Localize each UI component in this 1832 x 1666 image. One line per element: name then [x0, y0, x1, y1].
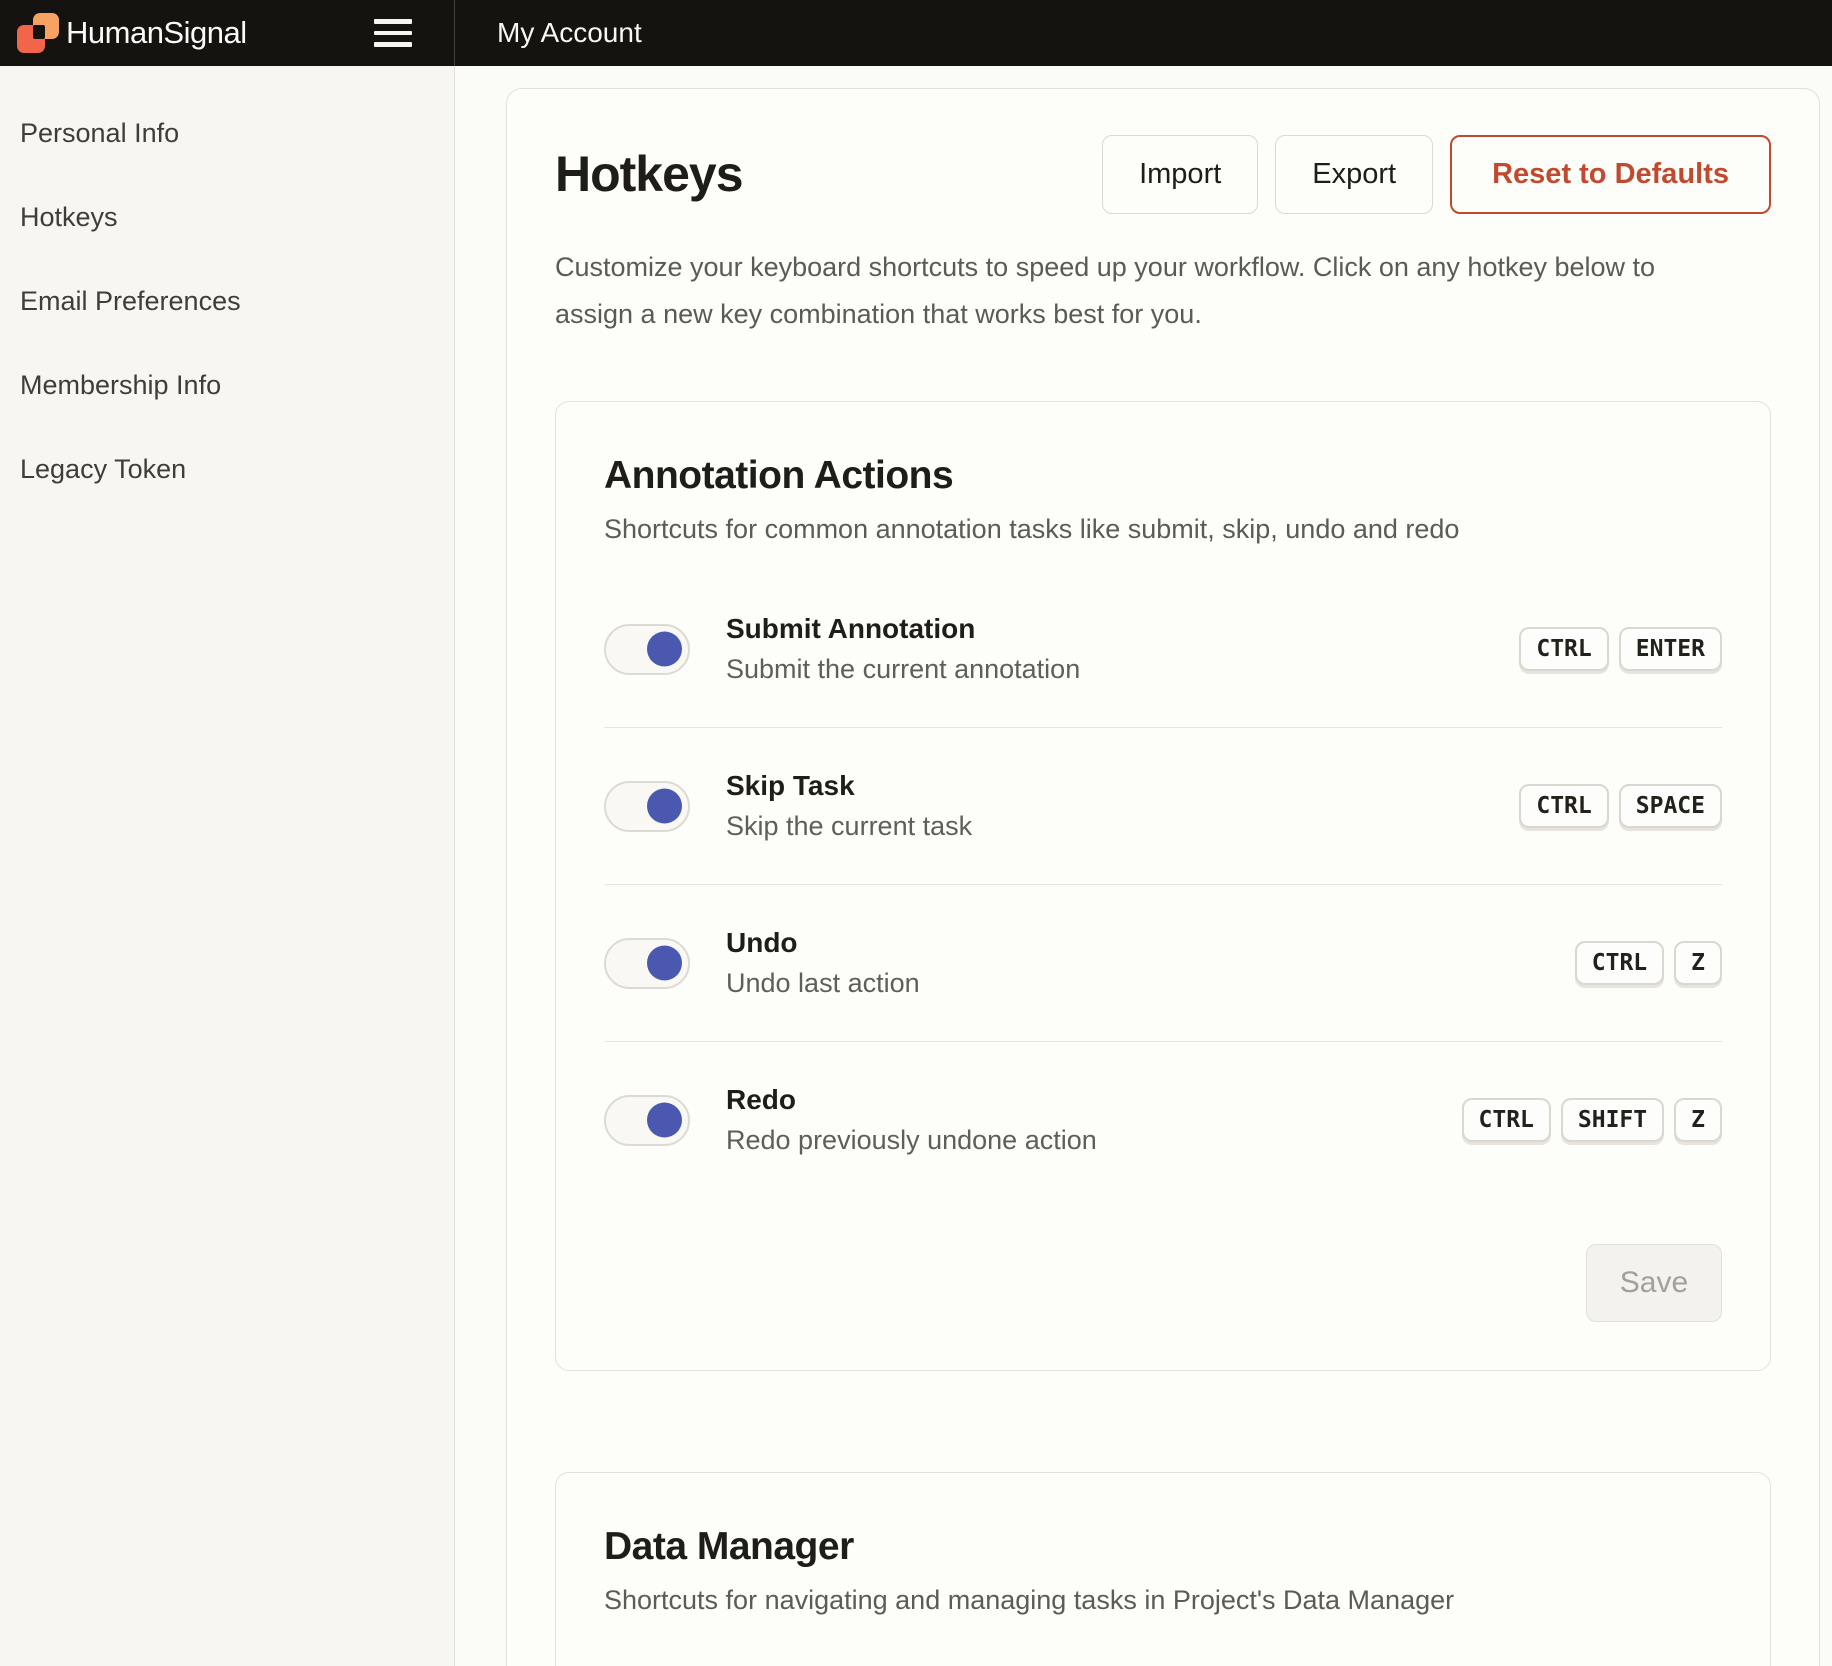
- import-button[interactable]: Import: [1102, 135, 1258, 214]
- hotkey-row-subtitle: Redo previously undone action: [726, 1123, 1462, 1157]
- hotkey-row-subtitle: Submit the current annotation: [726, 652, 1519, 686]
- humansignal-logo-icon: [17, 13, 59, 53]
- annotation-actions-section: Annotation Actions Shortcuts for common …: [555, 401, 1771, 1371]
- export-button[interactable]: Export: [1275, 135, 1433, 214]
- save-row: Save: [604, 1244, 1722, 1322]
- redo-hotkey[interactable]: CTRL SHIFT Z: [1462, 1098, 1723, 1142]
- hotkey-row-title: Redo: [726, 1083, 1462, 1117]
- app-shell: Personal Info Hotkeys Email Preferences …: [0, 66, 1832, 1666]
- brand-name: HumanSignal: [66, 15, 247, 51]
- toggle-knob: [647, 789, 682, 824]
- hotkey-row-title: Submit Annotation: [726, 612, 1519, 646]
- annotation-actions-title: Annotation Actions: [604, 452, 1722, 500]
- submit-annotation-hotkey[interactable]: CTRL ENTER: [1519, 627, 1722, 671]
- undo-hotkey[interactable]: CTRL Z: [1575, 941, 1722, 985]
- key-chip[interactable]: CTRL: [1519, 627, 1608, 671]
- sidebar-item-membership-info[interactable]: Membership Info: [0, 343, 454, 427]
- skip-task-hotkey[interactable]: CTRL SPACE: [1519, 784, 1722, 828]
- sidebar-item-hotkeys[interactable]: Hotkeys: [0, 175, 454, 259]
- sidebar-item-legacy-token[interactable]: Legacy Token: [0, 427, 454, 511]
- hotkey-row-text: Submit Annotation Submit the current ann…: [726, 612, 1519, 686]
- hotkey-row-text: Skip Task Skip the current task: [726, 769, 1519, 843]
- key-chip[interactable]: Z: [1674, 941, 1722, 985]
- hotkey-row-skip-task: Skip Task Skip the current task CTRL SPA…: [604, 727, 1722, 884]
- hotkey-row-text: Redo Redo previously undone action: [726, 1083, 1462, 1157]
- skip-task-toggle[interactable]: [604, 781, 690, 832]
- save-button[interactable]: Save: [1586, 1244, 1722, 1322]
- key-chip[interactable]: CTRL: [1462, 1098, 1551, 1142]
- data-manager-subtitle: Shortcuts for navigating and managing ta…: [604, 1583, 1722, 1617]
- redo-toggle[interactable]: [604, 1095, 690, 1146]
- hotkey-row-title: Skip Task: [726, 769, 1519, 803]
- submit-annotation-toggle[interactable]: [604, 624, 690, 675]
- hotkeys-title: Hotkeys: [555, 135, 743, 214]
- hotkey-row-redo: Redo Redo previously undone action CTRL …: [604, 1041, 1722, 1198]
- page-title: My Account: [497, 0, 642, 66]
- brand-link[interactable]: HumanSignal: [17, 13, 247, 53]
- key-chip[interactable]: Z: [1674, 1098, 1722, 1142]
- hotkeys-panel-header: Hotkeys Import Export Reset to Defaults: [555, 135, 1771, 214]
- key-chip[interactable]: SHIFT: [1561, 1098, 1664, 1142]
- key-chip[interactable]: ENTER: [1619, 627, 1722, 671]
- hotkey-rows: Submit Annotation Submit the current ann…: [604, 571, 1722, 1198]
- annotation-actions-subtitle: Shortcuts for common annotation tasks li…: [604, 512, 1722, 546]
- hotkey-row-undo: Undo Undo last action CTRL Z: [604, 884, 1722, 1041]
- data-manager-section: Data Manager Shortcuts for navigating an…: [555, 1472, 1771, 1666]
- key-chip[interactable]: CTRL: [1519, 784, 1608, 828]
- reset-to-defaults-button[interactable]: Reset to Defaults: [1450, 135, 1771, 214]
- key-chip[interactable]: SPACE: [1619, 784, 1722, 828]
- hotkey-row-subtitle: Skip the current task: [726, 809, 1519, 843]
- toggle-knob: [647, 632, 682, 667]
- toggle-knob: [647, 1103, 682, 1138]
- sidebar: Personal Info Hotkeys Email Preferences …: [0, 66, 455, 1666]
- top-bar-left: HumanSignal: [0, 0, 455, 66]
- hotkeys-panel: Hotkeys Import Export Reset to Defaults …: [506, 88, 1820, 1666]
- hotkey-row-subtitle: Undo last action: [726, 966, 1575, 1000]
- hamburger-menu-icon[interactable]: [374, 15, 412, 51]
- hotkeys-toolbar: Import Export Reset to Defaults: [1102, 135, 1771, 214]
- hotkey-row-title: Undo: [726, 926, 1575, 960]
- sidebar-item-personal-info[interactable]: Personal Info: [0, 91, 454, 175]
- toggle-knob: [647, 946, 682, 981]
- logo-square-overlap: [33, 25, 45, 39]
- hotkeys-description: Customize your keyboard shortcuts to spe…: [555, 244, 1675, 338]
- hotkey-row-submit-annotation: Submit Annotation Submit the current ann…: [604, 571, 1722, 727]
- main-content: Hotkeys Import Export Reset to Defaults …: [455, 66, 1832, 1666]
- top-bar: HumanSignal My Account: [0, 0, 1832, 66]
- key-chip[interactable]: CTRL: [1575, 941, 1664, 985]
- hotkey-row-text: Undo Undo last action: [726, 926, 1575, 1000]
- undo-toggle[interactable]: [604, 938, 690, 989]
- data-manager-title: Data Manager: [604, 1523, 1722, 1571]
- sidebar-item-email-preferences[interactable]: Email Preferences: [0, 259, 454, 343]
